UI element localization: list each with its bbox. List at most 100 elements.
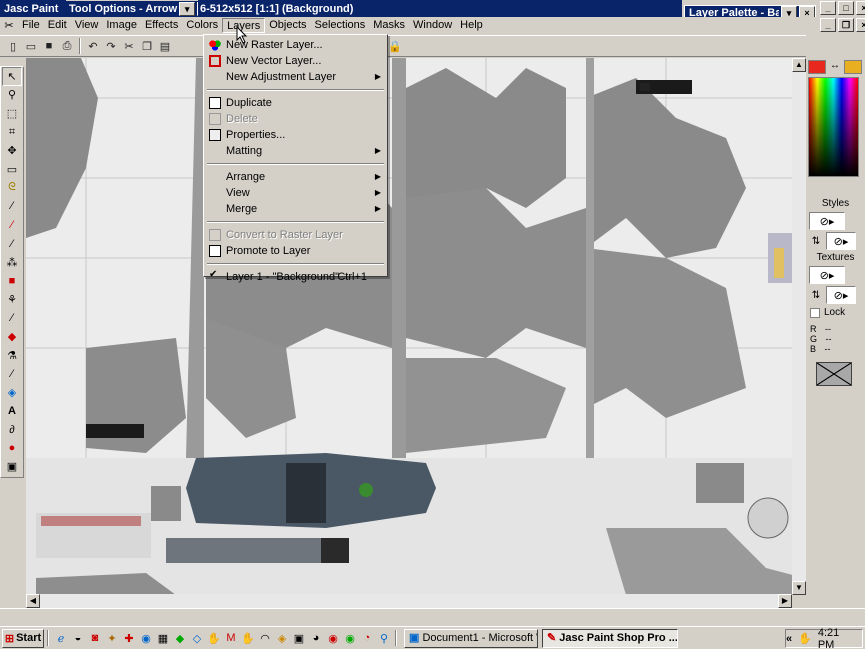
app-quicklaunch-icon[interactable]: ✚: [121, 630, 137, 646]
menu-selections[interactable]: Selections: [311, 18, 370, 33]
dropper-icon[interactable]: ⁄: [2, 216, 22, 235]
paintbrush-icon[interactable]: ⁄: [2, 234, 22, 253]
ie-quicklaunch-icon[interactable]: ℯ: [53, 630, 69, 646]
doc-close-button[interactable]: ×: [856, 18, 865, 32]
cut-icon[interactable]: ✂: [120, 37, 138, 55]
background-texture-box[interactable]: ⊘ ▸: [826, 286, 856, 304]
app-quicklaunch-icon[interactable]: ◉: [342, 630, 358, 646]
app-quicklaunch-icon[interactable]: ◈: [274, 630, 290, 646]
menu-merge[interactable]: Merge ▶: [206, 201, 385, 217]
crop-tool-icon[interactable]: ⌗: [2, 123, 22, 142]
doc-restore-button[interactable]: ❐: [838, 18, 854, 32]
close-button[interactable]: ×: [856, 1, 865, 15]
menu-new-vector-layer[interactable]: New Vector Layer...: [206, 53, 385, 69]
app-quicklaunch-icon[interactable]: ◇: [189, 630, 205, 646]
menu-properties[interactable]: Properties...: [206, 127, 385, 143]
save-icon[interactable]: ■: [40, 37, 58, 55]
scroll-left-button[interactable]: ◀: [26, 594, 40, 608]
menu-view[interactable]: View: [71, 18, 103, 33]
menu-image[interactable]: Image: [102, 18, 141, 33]
background-color-swatch[interactable]: [844, 60, 862, 74]
explorer-quicklaunch-icon[interactable]: ◒: [70, 630, 86, 646]
text-tool-icon[interactable]: A: [2, 402, 22, 421]
app-menu-icon[interactable]: ✂: [0, 19, 18, 32]
maximize-button[interactable]: □: [838, 1, 854, 15]
open-folder-icon[interactable]: ▭: [22, 37, 40, 55]
color-replacer-icon[interactable]: ■: [2, 272, 22, 291]
redo-icon[interactable]: ↷: [102, 37, 120, 55]
tray-chevron[interactable]: «: [786, 633, 792, 645]
app-quicklaunch-icon[interactable]: ◕: [308, 630, 324, 646]
lock-icon[interactable]: 🔒: [386, 37, 404, 55]
picture-tube-icon[interactable]: ⚗: [2, 346, 22, 365]
eraser-icon[interactable]: ◆: [2, 327, 22, 346]
scratch-remover-icon[interactable]: ⁄: [2, 309, 22, 328]
copy-icon[interactable]: ❐: [138, 37, 156, 55]
menu-promote-to-layer[interactable]: Promote to Layer: [206, 243, 385, 259]
zoom-tool-icon[interactable]: ⚲: [2, 86, 22, 105]
background-style-box[interactable]: ⊘ ▸: [826, 232, 856, 250]
scroll-right-button[interactable]: ▶: [778, 594, 792, 608]
menu-file[interactable]: File: [18, 18, 44, 33]
start-button[interactable]: ⊞ Start: [2, 628, 44, 648]
task-paint-shop-pro[interactable]: ✎ Jasc Paint Shop Pro ...: [542, 628, 678, 648]
menu-arrange[interactable]: Arrange ▶: [206, 169, 385, 185]
foreground-color-swatch[interactable]: [808, 60, 826, 74]
app-quicklaunch-icon[interactable]: ◠: [257, 630, 273, 646]
foreground-texture-box[interactable]: ⊘ ▸: [809, 266, 845, 284]
app-quicklaunch-icon[interactable]: ⚲: [376, 630, 392, 646]
color-spectrum[interactable]: [808, 77, 859, 177]
vertical-scrollbar[interactable]: ▲ ▼: [792, 58, 806, 595]
clone-brush-icon[interactable]: ⁂: [2, 253, 22, 272]
swap-textures-icon[interactable]: ⇅: [806, 290, 826, 301]
menu-objects[interactable]: Objects: [265, 18, 310, 33]
menu-new-raster-layer[interactable]: New Raster Layer...: [206, 37, 385, 53]
swap-styles-icon[interactable]: ⇅: [806, 236, 826, 247]
task-word-document[interactable]: ▣ Document1 - Microsoft W...: [404, 628, 538, 648]
menu-help[interactable]: Help: [456, 18, 487, 33]
doc-minimize-button[interactable]: _: [820, 18, 836, 32]
preset-shapes-icon[interactable]: ●: [2, 439, 22, 458]
retouch-icon[interactable]: ⚘: [2, 290, 22, 309]
magic-wand-icon[interactable]: ⁄: [2, 197, 22, 216]
app-quicklaunch-icon[interactable]: ◙: [87, 630, 103, 646]
menu-window[interactable]: Window: [409, 18, 456, 33]
scroll-up-button[interactable]: ▲: [792, 58, 806, 72]
app-quicklaunch-icon[interactable]: ◆: [172, 630, 188, 646]
print-icon[interactable]: ⎙: [58, 37, 76, 55]
image-canvas[interactable]: [26, 58, 804, 595]
draw-tool-icon[interactable]: ∂: [2, 420, 22, 439]
arrow-tool-icon[interactable]: ↖: [2, 67, 22, 86]
foreground-style-box[interactable]: ⊘ ▸: [809, 212, 845, 230]
airbrush-icon[interactable]: ⁄: [2, 365, 22, 384]
app-quicklaunch-icon[interactable]: ✋: [206, 630, 222, 646]
menu-edit[interactable]: Edit: [44, 18, 71, 33]
app-quicklaunch-icon[interactable]: ✦: [104, 630, 120, 646]
menu-masks[interactable]: Masks: [369, 18, 409, 33]
tool-options-title-bar[interactable]: Tool Options - Arrow ▾ ×: [66, 1, 198, 17]
swap-colors-icon[interactable]: ↔: [826, 60, 844, 76]
selection-tool-icon[interactable]: ▭: [2, 160, 22, 179]
app-quicklaunch-icon[interactable]: ✋: [240, 630, 256, 646]
minimize-button[interactable]: _: [820, 1, 836, 15]
menu-effects[interactable]: Effects: [141, 18, 182, 33]
scroll-down-button[interactable]: ▼: [792, 581, 806, 595]
menu-view[interactable]: View ▶: [206, 185, 385, 201]
menu-layer-1-background[interactable]: ✔ Layer 1 - "Background" Ctrl+1: [206, 269, 385, 285]
freehand-tool-icon[interactable]: ᘓ: [2, 179, 22, 198]
app-quicklaunch-icon[interactable]: M: [223, 630, 239, 646]
paste-icon[interactable]: ▤: [156, 37, 174, 55]
app-quicklaunch-icon[interactable]: ▣: [291, 630, 307, 646]
app-quicklaunch-icon[interactable]: ▦: [155, 630, 171, 646]
menu-colors[interactable]: Colors: [182, 18, 222, 33]
horizontal-scrollbar[interactable]: ◀ ▶: [26, 594, 792, 608]
app-quicklaunch-icon[interactable]: ◉: [325, 630, 341, 646]
menu-duplicate[interactable]: Duplicate: [206, 95, 385, 111]
flood-fill-icon[interactable]: ◈: [2, 383, 22, 402]
tray-app-icon[interactable]: ✋: [798, 632, 812, 645]
deform-tool-icon[interactable]: ⬚: [2, 104, 22, 123]
object-selector-icon[interactable]: ▣: [2, 457, 22, 476]
app-quicklaunch-icon[interactable]: ◔: [359, 630, 375, 646]
new-file-icon[interactable]: ▯: [4, 37, 22, 55]
app-quicklaunch-icon[interactable]: ◉: [138, 630, 154, 646]
